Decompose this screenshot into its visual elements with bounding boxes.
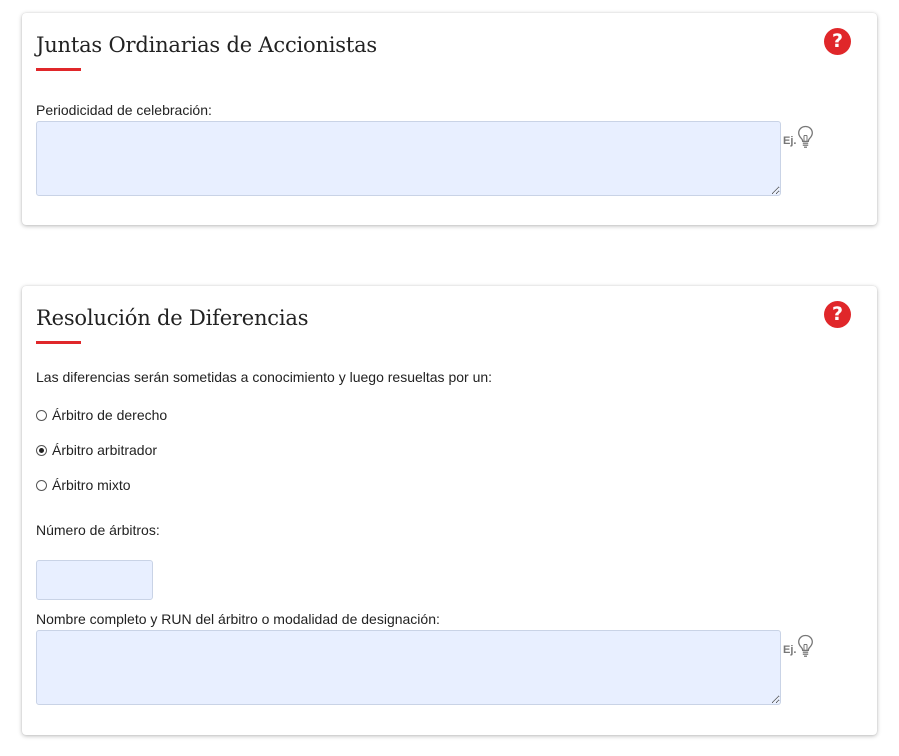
resolucion-diferencias-card: Resolución de Diferencias ? Las diferenc… <box>22 286 877 735</box>
question-circle-icon[interactable]: ? <box>824 28 851 55</box>
radio-arbitro-mixto[interactable]: Árbitro mixto <box>36 477 131 493</box>
nombre-arbitro-label: Nombre completo y RUN del árbitro o moda… <box>36 611 440 627</box>
radio-arbitro-arbitrador[interactable]: Árbitro arbitrador <box>36 442 157 458</box>
juntas-ordinarias-card: Juntas Ordinarias de Accionistas ? Perio… <box>22 13 877 225</box>
resolucion-intro-text: Las diferencias serán sometidas a conoci… <box>36 369 493 385</box>
numero-arbitros-label: Número de árbitros: <box>36 522 160 538</box>
nombre-arbitro-field[interactable] <box>36 630 781 705</box>
example-label: Ej. <box>783 135 797 147</box>
radio-label: Árbitro de derecho <box>52 407 168 423</box>
lightbulb-icon <box>798 125 814 148</box>
question-circle-icon[interactable]: ? <box>824 301 851 328</box>
title-underline <box>36 68 81 71</box>
radio-button[interactable] <box>36 409 47 421</box>
juntas-title: Juntas Ordinarias de Accionistas <box>36 33 378 57</box>
radio-button[interactable] <box>36 479 47 491</box>
radio-button-checked[interactable] <box>36 444 47 456</box>
radio-label: Árbitro mixto <box>52 477 131 493</box>
periodicidad-field[interactable] <box>36 121 781 196</box>
example-label: Ej. <box>783 644 797 656</box>
radio-arbitro-derecho[interactable]: Árbitro de derecho <box>36 407 167 423</box>
example-hint-button[interactable]: Ej. <box>783 125 814 149</box>
resolucion-title: Resolución de Diferencias <box>36 306 309 330</box>
example-hint-button[interactable]: Ej. <box>783 634 814 658</box>
radio-label: Árbitro arbitrador <box>52 442 158 458</box>
title-underline <box>36 341 81 344</box>
numero-arbitros-input[interactable] <box>36 560 153 600</box>
lightbulb-icon <box>798 634 814 657</box>
periodicidad-label: Periodicidad de celebración: <box>36 102 212 118</box>
